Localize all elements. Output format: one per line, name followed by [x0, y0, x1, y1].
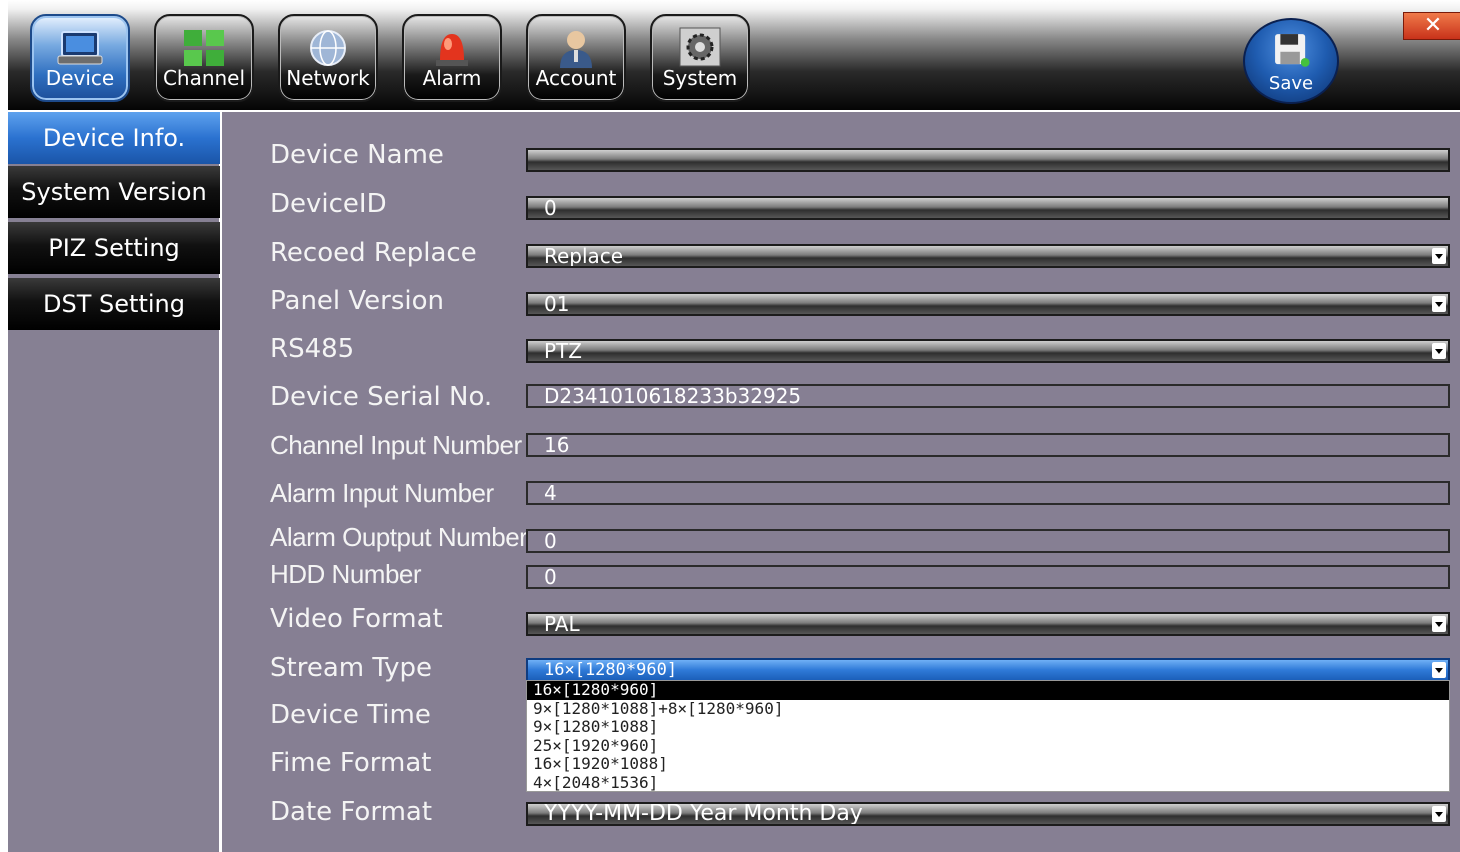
dropdown-option[interactable]: 9×[1280*1088]+8×[1280*960]	[527, 699, 1449, 719]
network-globe-icon	[310, 30, 346, 66]
dropdown-option[interactable]: 4×[2048*1536]	[527, 773, 1449, 793]
tab-channel-label: Channel	[162, 66, 246, 90]
tab-alarm-label: Alarm	[422, 66, 482, 90]
tab-channel[interactable]: Channel	[154, 14, 254, 102]
tab-device-label: Device	[45, 66, 115, 90]
tab-network[interactable]: Network	[278, 14, 378, 102]
tab-system[interactable]: System	[650, 14, 750, 102]
serial-no-label: Device Serial No.	[270, 382, 493, 412]
dropdown-option[interactable]: 16×[1280*960]	[527, 680, 1449, 700]
alarm-output-field: 0	[526, 529, 1450, 553]
chevron-down-icon[interactable]	[1432, 662, 1446, 678]
floppy-disk-icon	[1275, 34, 1310, 67]
panel-version-value: 01	[544, 292, 570, 316]
video-format-label: Video Format	[270, 604, 443, 634]
serial-no-field: D2341010618233b32925	[526, 384, 1450, 408]
panel-version-select[interactable]: 01	[526, 292, 1450, 316]
save-button[interactable]: Save	[1243, 18, 1339, 104]
dropdown-option[interactable]: 16×[1920*1088]	[527, 754, 1449, 774]
rs485-select[interactable]: PTZ	[526, 339, 1450, 363]
panel-version-label: Panel Version	[270, 286, 445, 316]
top-toolbar: Device Channel Network Alarm Account Sys…	[8, 0, 1460, 110]
dropdown-option[interactable]: 9×[1280*1088]	[527, 717, 1449, 737]
record-replace-value: Replace	[544, 244, 624, 268]
time-format-label: Fime Format	[270, 748, 432, 778]
stream-type-value: 16×[1280*960]	[544, 660, 678, 680]
save-button-label: Save	[1268, 73, 1314, 94]
hdd-number-label: HDD Number	[270, 559, 422, 589]
date-format-value: YYYY-MM-DD Year Month Day	[544, 802, 863, 826]
dropdown-option[interactable]: 25×[1920*960]	[527, 736, 1449, 756]
chevron-down-icon[interactable]	[1432, 343, 1446, 359]
stream-type-select[interactable]: 16×[1280*960]	[526, 658, 1450, 682]
sidebar-item-piz-setting[interactable]: PIZ Setting	[8, 222, 220, 274]
device-icon	[57, 31, 103, 65]
channel-grid-icon	[184, 30, 224, 66]
channel-input-label: Channel Input Number	[270, 430, 522, 460]
device-id-label: DeviceID	[270, 189, 387, 219]
device-name-label: Device Name	[270, 140, 444, 170]
tab-account[interactable]: Account	[526, 14, 626, 102]
date-format-select[interactable]: YYYY-MM-DD Year Month Day	[526, 802, 1450, 826]
date-format-label: Date Format	[270, 797, 433, 827]
channel-input-field: 16	[526, 433, 1450, 457]
rs485-value: PTZ	[544, 339, 582, 363]
device-id-field[interactable]: 0	[526, 196, 1450, 220]
tab-network-label: Network	[286, 66, 370, 90]
chevron-down-icon[interactable]	[1432, 248, 1446, 264]
video-format-value: PAL	[544, 612, 580, 636]
device-name-field[interactable]	[526, 148, 1450, 172]
device-info-panel: Device Name DeviceID 0 Recoed Replace Re…	[222, 112, 1460, 852]
video-format-select[interactable]: PAL	[526, 612, 1450, 636]
sidebar: Device Info. System Version PIZ Setting …	[8, 112, 222, 852]
alarm-input-field: 4	[526, 481, 1450, 505]
tab-system-label: System	[662, 66, 738, 90]
tab-device[interactable]: Device	[30, 14, 130, 102]
alarm-light-icon	[436, 34, 468, 66]
tab-alarm[interactable]: Alarm	[402, 14, 502, 102]
hdd-number-field: 0	[526, 565, 1450, 589]
alarm-input-label: Alarm Input Number	[270, 478, 494, 508]
record-replace-label: Recoed Replace	[270, 238, 477, 268]
sidebar-item-device-info[interactable]: Device Info.	[8, 112, 220, 164]
stream-type-label: Stream Type	[270, 653, 433, 683]
chevron-down-icon[interactable]	[1432, 806, 1446, 822]
account-user-icon	[560, 31, 592, 68]
rs485-label: RS485	[270, 334, 355, 364]
record-replace-select[interactable]: Replace	[526, 244, 1450, 268]
sidebar-item-dst-setting[interactable]: DST Setting	[8, 278, 220, 330]
chevron-down-icon[interactable]	[1432, 616, 1446, 632]
stream-type-dropdown-list: 16×[1280*960] 9×[1280*1088]+8×[1280*960]…	[526, 680, 1450, 792]
chevron-down-icon[interactable]	[1432, 296, 1446, 312]
system-gear-icon	[679, 27, 721, 67]
tab-account-label: Account	[535, 66, 617, 90]
close-icon: ✕	[1423, 13, 1443, 38]
close-button[interactable]: ✕	[1403, 12, 1460, 40]
alarm-output-label: Alarm Ouptput Number	[270, 522, 528, 552]
sidebar-item-system-version[interactable]: System Version	[8, 166, 220, 218]
device-time-label: Device Time	[270, 700, 431, 730]
